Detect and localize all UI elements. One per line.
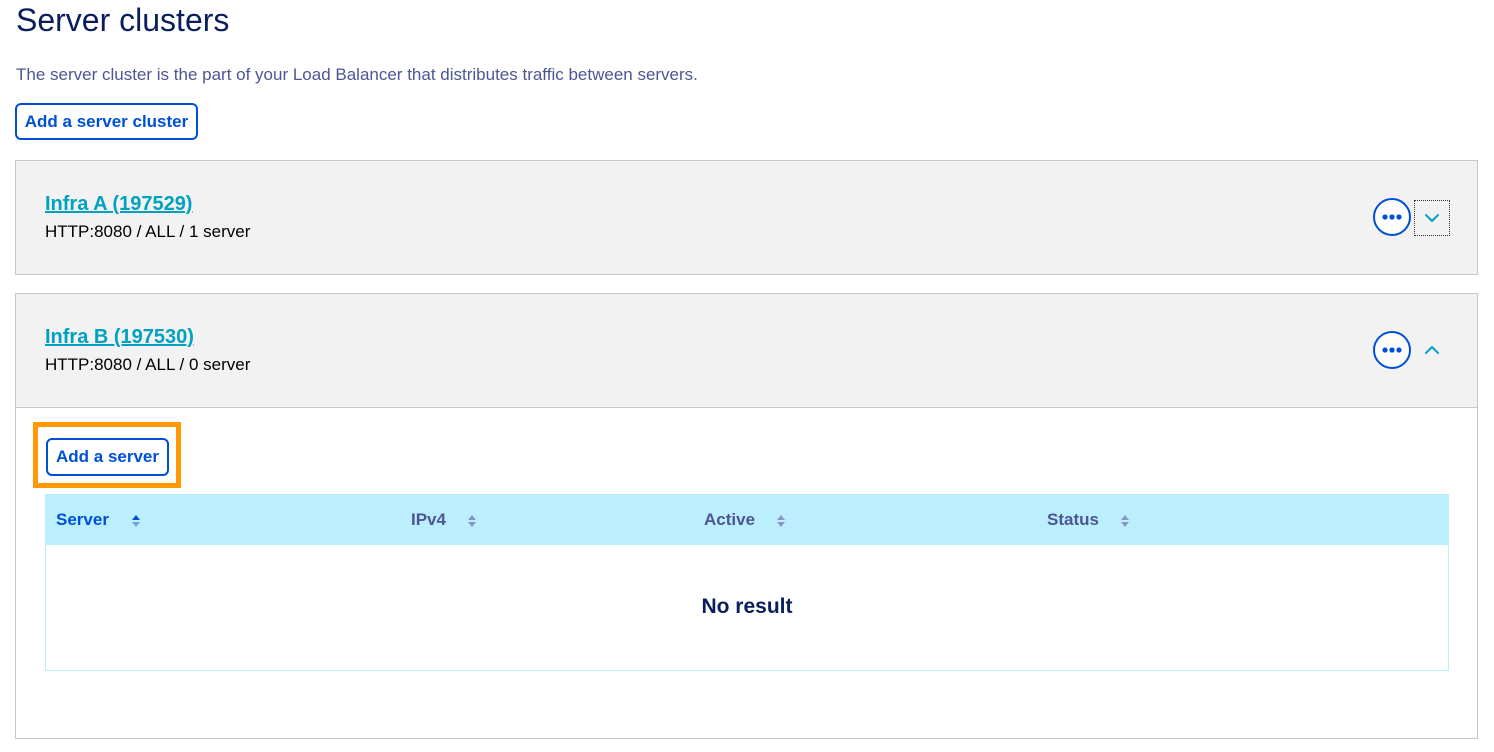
page-description: The server cluster is the part of your L… (16, 65, 698, 84)
column-label: Active (704, 510, 756, 529)
cluster-header: Infra B (197530) HTTP:8080 / ALL / 0 ser… (16, 294, 1477, 408)
cluster-summary: HTTP:8080 / ALL / 0 server (45, 355, 251, 374)
sort-icon (132, 515, 140, 527)
column-label: Status (1047, 510, 1099, 529)
cluster-panel-infra-b: Infra B (197530) HTTP:8080 / ALL / 0 ser… (15, 293, 1478, 739)
column-header-active[interactable]: Active (704, 495, 785, 545)
page-title: Server clusters (16, 2, 230, 38)
cluster-summary: HTTP:8080 / ALL / 1 server (45, 222, 251, 241)
cluster-actions-button[interactable] (1373, 198, 1411, 236)
cluster-expand-toggle[interactable] (1414, 200, 1450, 236)
ellipsis-icon (1382, 214, 1402, 220)
sort-icon (777, 515, 785, 527)
cluster-panel-infra-a: Infra A (197529) HTTP:8080 / ALL / 1 ser… (15, 160, 1478, 275)
empty-table-message: No result (701, 595, 793, 618)
sort-icon (468, 515, 476, 527)
column-header-status[interactable]: Status (1047, 495, 1129, 545)
table-header: Server IPv4 Active Status (46, 495, 1448, 545)
cluster-name-link[interactable]: Infra A (197529) (45, 191, 192, 217)
chevron-up-icon (1425, 346, 1439, 354)
column-label: IPv4 (411, 510, 446, 529)
column-header-server[interactable]: Server (56, 495, 140, 545)
column-header-ipv4[interactable]: IPv4 (411, 495, 476, 545)
cluster-header: Infra A (197529) HTTP:8080 / ALL / 1 ser… (16, 161, 1477, 274)
chevron-down-icon (1425, 214, 1439, 222)
cluster-actions-button[interactable] (1373, 331, 1411, 369)
add-server-cluster-button[interactable]: Add a server cluster (15, 103, 198, 140)
column-label: Server (56, 510, 109, 529)
cluster-collapse-toggle[interactable] (1414, 332, 1450, 368)
cluster-name-link[interactable]: Infra B (197530) (45, 324, 194, 350)
sort-icon (1121, 515, 1129, 527)
ellipsis-icon (1382, 347, 1402, 353)
add-server-button[interactable]: Add a server (46, 438, 169, 476)
page: Server clusters The server cluster is th… (0, 0, 1494, 752)
servers-table: Server IPv4 Active Status No result (45, 494, 1449, 671)
